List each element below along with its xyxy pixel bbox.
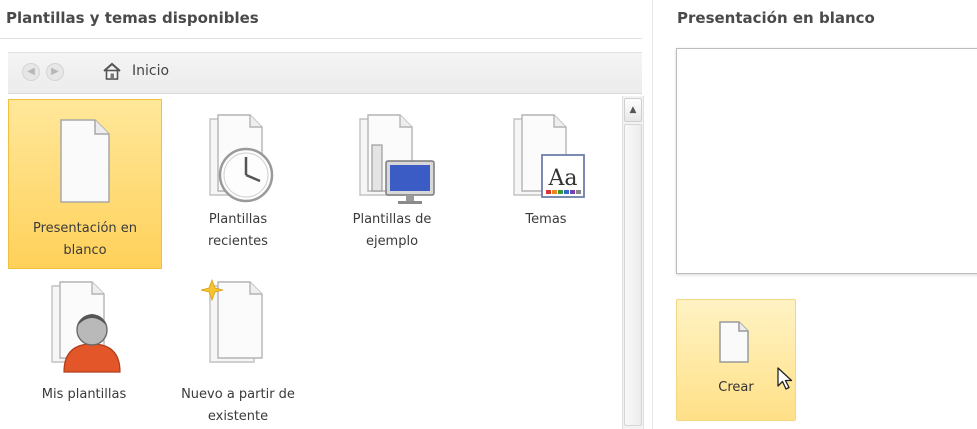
template-tile-recent[interactable]: Plantillas recientes: [162, 99, 314, 267]
template-tile-blank[interactable]: Presentación en blanco: [8, 99, 162, 269]
themes-aa-icon: Aa: [513, 114, 585, 198]
template-tile-my-templates[interactable]: Mis plantillas: [8, 276, 160, 426]
tile-label: Mis plantillas: [41, 387, 127, 402]
mouse-cursor-icon: [777, 367, 793, 390]
navigation-bar: ◀ ▶ Inicio: [8, 52, 642, 94]
home-icon[interactable]: [102, 62, 122, 80]
vertical-scrollbar[interactable]: ▲: [622, 96, 644, 429]
monitor-document-icon: [359, 114, 435, 204]
user-document-icon: [51, 281, 121, 373]
templates-panel: Plantillas y temas disponibles ◀ ▶ Inici…: [0, 0, 650, 429]
template-tile-sample[interactable]: Plantillas de ejemplo: [316, 99, 468, 267]
back-arrow-icon[interactable]: ◀: [22, 63, 40, 81]
blank-document-icon: [60, 119, 110, 203]
forward-arrow-icon[interactable]: ▶: [46, 63, 64, 81]
tile-label: Nuevo a partir de existente: [181, 387, 295, 424]
clock-document-icon: [209, 114, 274, 203]
template-tile-themes[interactable]: Aa Temas: [470, 99, 622, 267]
svg-text:Aa: Aa: [547, 166, 577, 191]
tile-label: Plantillas recientes: [208, 212, 268, 249]
template-grid: Presentación en blanco Plantillas recien…: [8, 96, 620, 429]
create-button[interactable]: Crear: [676, 299, 796, 421]
tile-label: Temas: [525, 212, 567, 227]
new-from-existing-icon: [200, 278, 263, 363]
tile-label: Plantillas de ejemplo: [352, 212, 432, 249]
breadcrumb-home[interactable]: Inicio: [132, 63, 169, 79]
scroll-up-arrow-icon[interactable]: ▲: [624, 98, 642, 122]
preview-title: Presentación en blanco: [677, 9, 875, 27]
templates-panel-title: Plantillas y temas disponibles: [6, 9, 259, 27]
preview-thumbnail: [676, 48, 977, 274]
panel-divider: [652, 0, 653, 429]
template-tile-new-from-existing[interactable]: Nuevo a partir de existente: [162, 276, 314, 426]
title-divider: [0, 38, 642, 39]
blank-document-icon: [719, 321, 749, 363]
tile-label: Presentación en blanco: [32, 221, 138, 258]
scroll-thumb[interactable]: [624, 124, 642, 426]
